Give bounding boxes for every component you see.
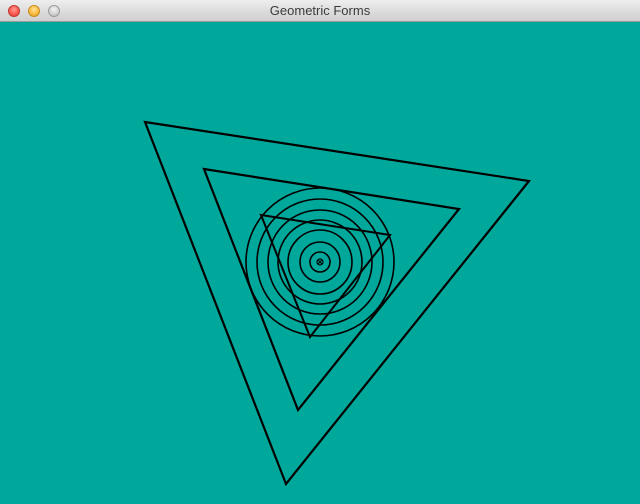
title-bar[interactable]: Geometric Forms: [0, 0, 640, 22]
drawing-canvas: [0, 22, 640, 504]
app-window: Geometric Forms: [0, 0, 640, 504]
window-title: Geometric Forms: [269, 3, 371, 18]
geometric-forms-drawing: [143, 120, 532, 487]
